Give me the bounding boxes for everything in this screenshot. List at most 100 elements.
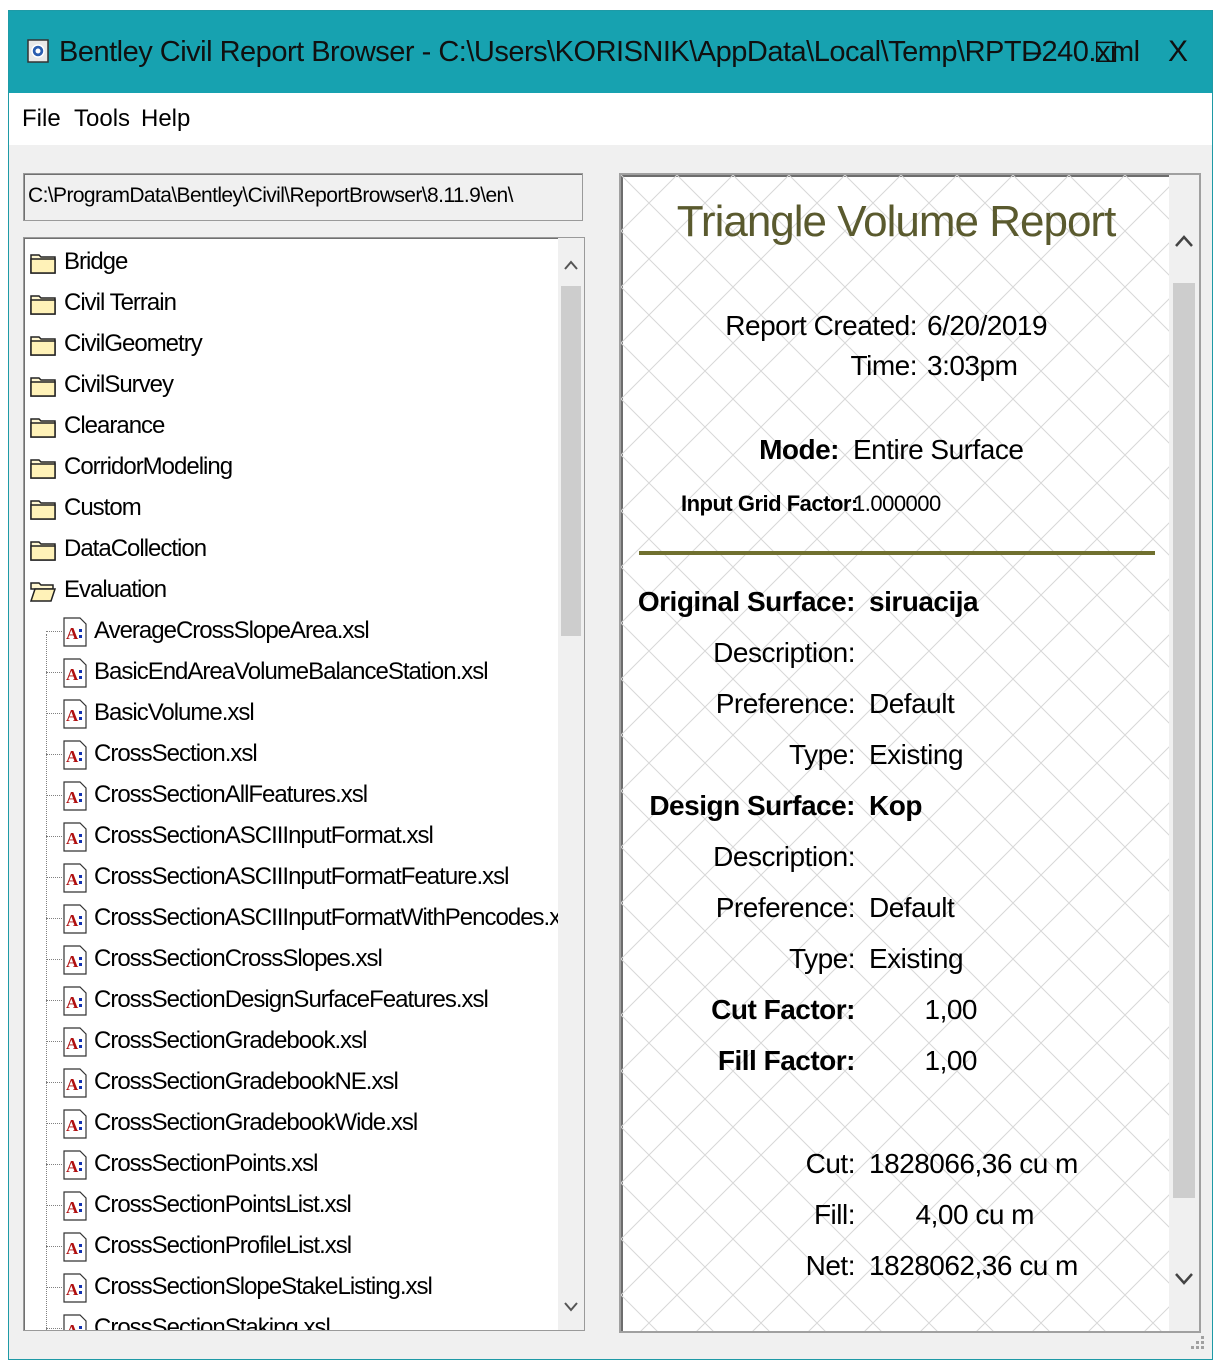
svg-text:A: A [66, 993, 79, 1012]
svg-text:A: A [66, 1157, 79, 1176]
report-created-label: Report Created: [725, 310, 917, 341]
tree-file-label: CrossSectionASCIIInputFormatWithPencodes… [94, 904, 577, 931]
tree-file-label: CrossSectionPoints.xsl [94, 1150, 318, 1177]
original-preference-label: Preference: [715, 688, 856, 719]
svg-text:A: A [66, 1239, 79, 1258]
xsl-file-icon: A [62, 945, 88, 975]
tree-file-label: CrossSection.xsl [94, 740, 258, 767]
tree-connector [46, 1205, 62, 1206]
tree-connector [46, 672, 62, 673]
tree-file-label: CrossSectionASCIIInputFormatFeature.xsl [94, 863, 510, 890]
tree-connector [46, 1164, 62, 1165]
net-label: Net: [805, 1250, 856, 1281]
fill-value: 4,00 cu m [915, 1199, 1035, 1230]
tree-folder-label: Clearance [64, 412, 165, 439]
svg-text:A: A [66, 788, 79, 807]
xsl-file-icon: A [62, 781, 88, 811]
tree-folder-label: Evaluation [64, 576, 167, 603]
tree-file-label: CrossSectionGradebookNE.xsl [94, 1068, 399, 1095]
svg-text:A: A [66, 1116, 79, 1135]
minimize-button[interactable]: – [996, 11, 1070, 93]
tree-connector [46, 1082, 62, 1083]
tree-file-label: CrossSectionASCIIInputFormat.xsl [94, 822, 434, 849]
folder-icon [30, 498, 56, 520]
tree-file-label: CrossSectionProfileList.xsl [94, 1232, 352, 1259]
svg-text:A: A [66, 1321, 79, 1331]
xsl-file-icon: A [62, 1150, 88, 1180]
tree-connector [46, 754, 62, 755]
tree-connector [46, 1328, 62, 1329]
menu-tools[interactable]: Tools [74, 105, 130, 133]
tree-connector [46, 959, 62, 960]
xsl-file-icon: A [62, 904, 88, 934]
xsl-file-icon: A [62, 1191, 88, 1221]
fill-label: Fill: [813, 1199, 856, 1230]
tree-connector [46, 1123, 62, 1124]
cut-label: Cut: [805, 1148, 856, 1179]
xsl-file-icon: A [62, 658, 88, 688]
tree-connector [46, 1246, 62, 1247]
scroll-down-arrow-icon[interactable] [564, 1292, 578, 1318]
scroll-up-arrow-icon[interactable] [564, 250, 578, 276]
tree-folder-label: CivilGeometry [64, 330, 203, 357]
tree-file-label: CrossSectionAllFeatures.xsl [94, 781, 368, 808]
design-surface-label: Design Surface: [649, 790, 855, 821]
tree-folder-label: Custom [64, 494, 142, 521]
design-type-label: Type: [789, 943, 855, 974]
svg-text:A: A [66, 870, 79, 889]
report-tree[interactable]: Bridge Civil Terrain CivilGeometry CivilSur… [23, 237, 585, 1331]
cut-factor-value: 1,00 [924, 994, 978, 1025]
tree-file-label: AverageCrossSlopeArea.xsl [94, 617, 370, 644]
tree-file-label: CrossSectionGradebook.xsl [94, 1027, 367, 1054]
tree-file-label: CrossSectionStaking.xsl [94, 1314, 331, 1331]
report-scroll-down-arrow-icon[interactable] [1175, 1265, 1193, 1291]
tree-folder-label: Civil Terrain [64, 289, 177, 316]
title-bar[interactable]: Bentley Civil Report Browser - C:\Users\… [9, 11, 1212, 93]
design-description-label: Description: [713, 841, 855, 872]
net-value: 1828062,36 cu m [869, 1250, 1078, 1281]
tree-connector-line [46, 634, 47, 1330]
original-preference-value: Default [869, 688, 955, 719]
svg-text:A: A [66, 829, 79, 848]
input-grid-factor-value: 1.000000 [853, 491, 941, 516]
folder-icon [30, 457, 56, 479]
maximize-button[interactable]: ☐ [1069, 11, 1143, 93]
time-value: 3:03pm [927, 350, 1018, 381]
window-title: Bentley Civil Report Browser - C:\Users\… [59, 36, 1140, 68]
menu-file[interactable]: File [22, 105, 61, 133]
folder-path-field[interactable]: C:\ProgramData\Bentley\Civil\ReportBrows… [23, 173, 583, 221]
fill-factor-value: 1,00 [924, 1045, 978, 1076]
report-scroll-thumb[interactable] [1173, 283, 1195, 1198]
xsl-file-icon: A [62, 822, 88, 852]
original-surface-value: siruacija [869, 586, 979, 617]
mode-label: Mode: [759, 434, 839, 465]
design-preference-label: Preference: [715, 892, 856, 923]
folder-icon [30, 416, 56, 438]
open-folder-icon [29, 580, 57, 602]
cut-factor-label: Cut Factor: [711, 994, 855, 1025]
report-title: Triangle Volume Report [676, 197, 1117, 246]
xsl-file-icon: A [62, 1314, 88, 1331]
report-created-value: 6/20/2019 [927, 310, 1048, 341]
design-surface-value: Kop [869, 790, 922, 821]
tree-file-label: CrossSectionCrossSlopes.xsl [94, 945, 383, 972]
tree-connector [46, 1287, 62, 1288]
tree-scroll-thumb[interactable] [561, 286, 581, 636]
xsl-file-icon: A [62, 699, 88, 729]
xsl-file-icon: A [62, 986, 88, 1016]
svg-text:A: A [66, 1280, 79, 1299]
xsl-file-icon: A [62, 740, 88, 770]
report-scrollbar[interactable] [1169, 175, 1199, 1331]
folder-icon [30, 293, 56, 315]
menu-help[interactable]: Help [141, 105, 190, 133]
xsl-file-icon: A [62, 1068, 88, 1098]
resize-grip-icon[interactable] [1186, 1333, 1206, 1353]
xsl-file-icon: A [62, 1027, 88, 1057]
report-scroll-up-arrow-icon[interactable] [1175, 227, 1193, 253]
mode-value: Entire Surface [853, 434, 1024, 465]
close-button[interactable]: X [1141, 11, 1212, 93]
tree-scrollbar[interactable] [558, 238, 584, 1330]
original-type-label: Type: [789, 739, 855, 770]
original-description-label: Description: [713, 637, 855, 668]
tree-file-label: BasicEndAreaVolumeBalanceStation.xsl [94, 658, 489, 685]
